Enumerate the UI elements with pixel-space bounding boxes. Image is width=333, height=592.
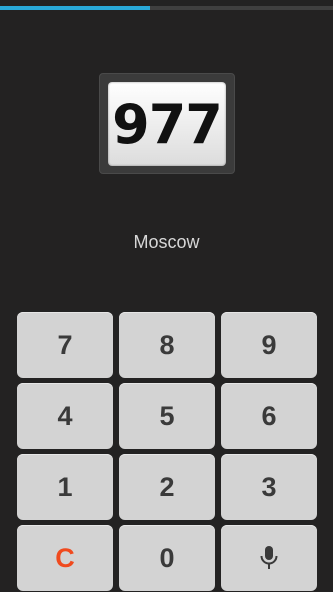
voice-input-button[interactable] [221, 525, 317, 591]
key-9[interactable]: 9 [221, 312, 317, 378]
key-8[interactable]: 8 [119, 312, 215, 378]
key-3[interactable]: 3 [221, 454, 317, 520]
clear-button[interactable]: C [17, 525, 113, 591]
progress-bar [0, 6, 333, 10]
number-display-value: 977 [112, 92, 223, 156]
microphone-icon [260, 546, 278, 569]
key-0[interactable]: 0 [119, 525, 215, 591]
keypad: 7 8 9 4 5 6 1 2 3 C 0 [17, 312, 317, 591]
number-display: 977 [99, 73, 235, 174]
city-label: Moscow [133, 232, 200, 252]
key-5[interactable]: 5 [119, 383, 215, 449]
key-7[interactable]: 7 [17, 312, 113, 378]
key-2[interactable]: 2 [119, 454, 215, 520]
key-1[interactable]: 1 [17, 454, 113, 520]
key-4[interactable]: 4 [17, 383, 113, 449]
number-display-face: 977 [108, 82, 226, 166]
key-6[interactable]: 6 [221, 383, 317, 449]
progress-bar-fill [0, 6, 150, 10]
